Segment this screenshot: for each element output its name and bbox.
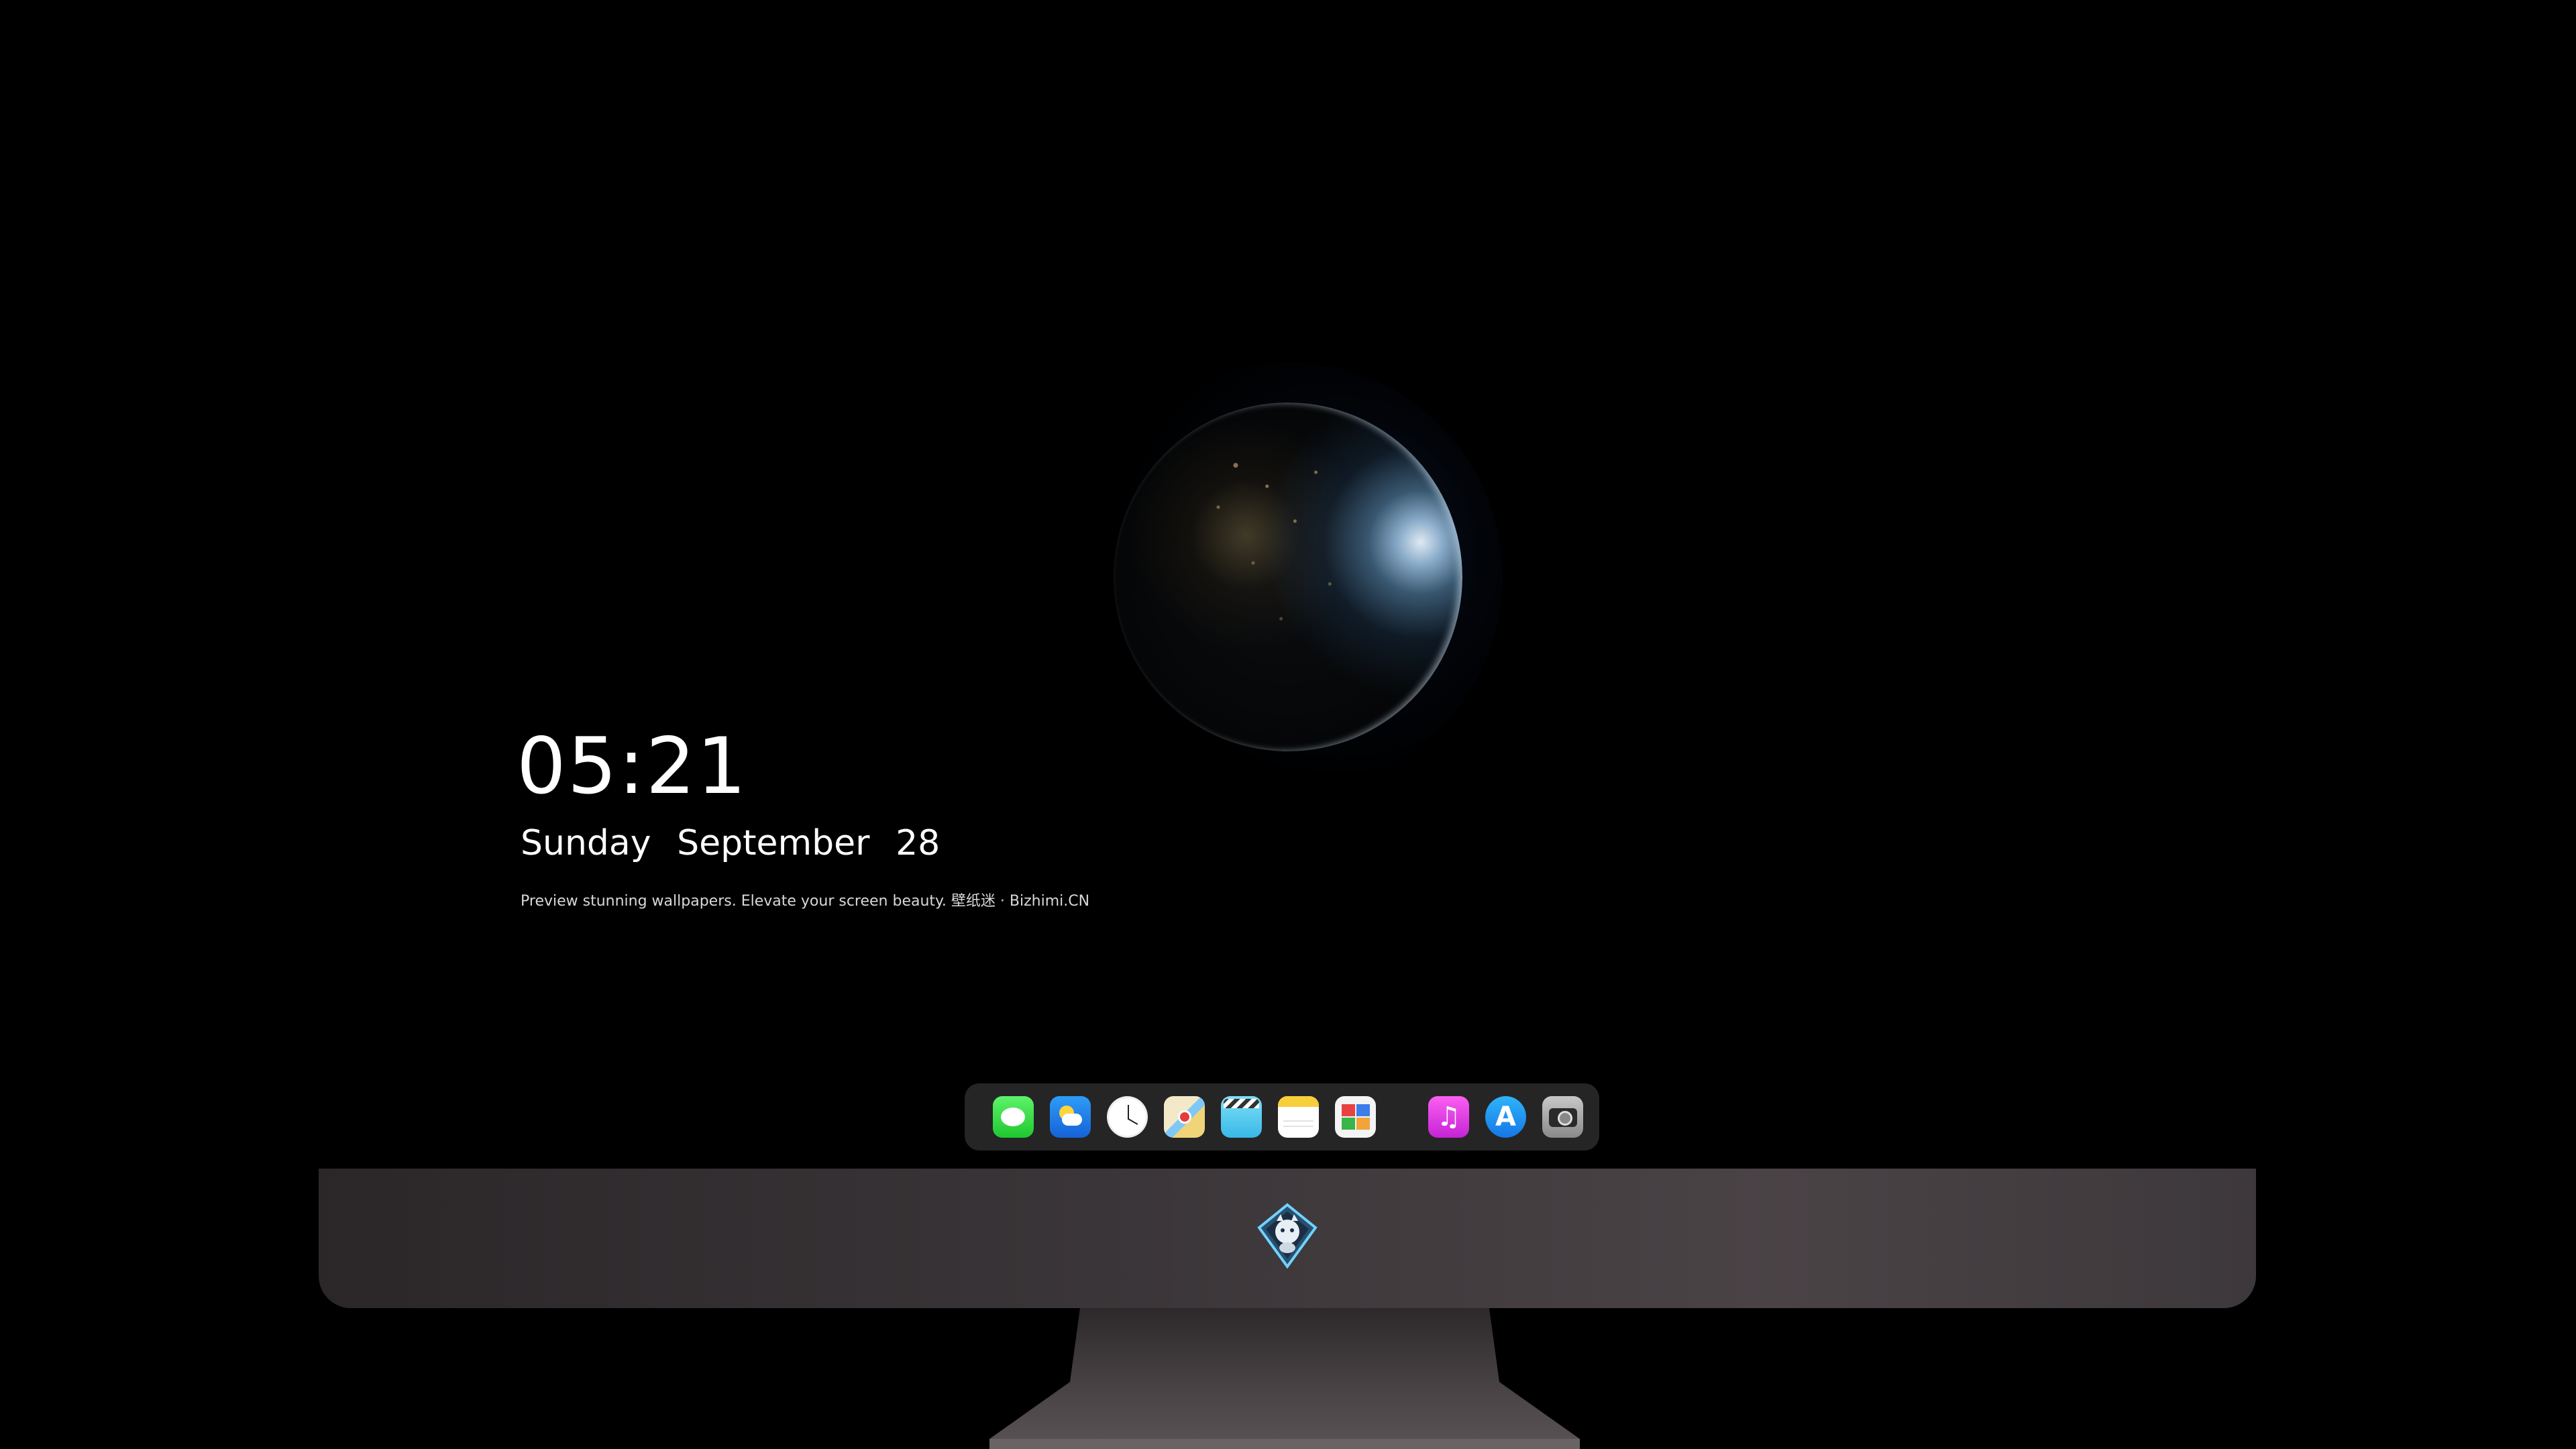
music-icon[interactable]	[1428, 1096, 1469, 1138]
monitor-chin	[319, 1169, 2256, 1308]
messages-icon[interactable]	[993, 1096, 1034, 1138]
calendar-icon[interactable]	[1335, 1096, 1376, 1138]
wallpaper-tagline: Preview stunning wallpapers. Elevate you…	[521, 893, 1090, 910]
clock-day: 28	[896, 823, 941, 863]
camera-icon[interactable]	[1542, 1096, 1583, 1138]
earth-wallpaper-image	[1073, 362, 1503, 792]
clock-month: September	[677, 823, 870, 863]
weather-icon[interactable]	[1049, 1096, 1091, 1138]
monitor-stand	[989, 1308, 1580, 1449]
dragon-mascot-logo-icon	[1252, 1201, 1322, 1271]
clips-icon[interactable]	[1221, 1096, 1263, 1138]
app-store-icon[interactable]	[1485, 1096, 1526, 1138]
clock-time: 05:21	[517, 721, 748, 812]
notes-icon[interactable]	[1278, 1096, 1320, 1138]
clock-weekday: Sunday	[521, 823, 651, 863]
clock-widget: 05:21 Sunday September 28 Preview stunni…	[517, 728, 1089, 910]
desktop-wallpaper: 05:21 Sunday September 28 Preview stunni…	[0, 0, 2576, 1169]
clock-date: Sunday September 28	[521, 826, 1089, 861]
clock-icon[interactable]	[1106, 1096, 1148, 1138]
dock	[965, 1083, 1599, 1150]
maps-icon[interactable]	[1164, 1096, 1205, 1138]
